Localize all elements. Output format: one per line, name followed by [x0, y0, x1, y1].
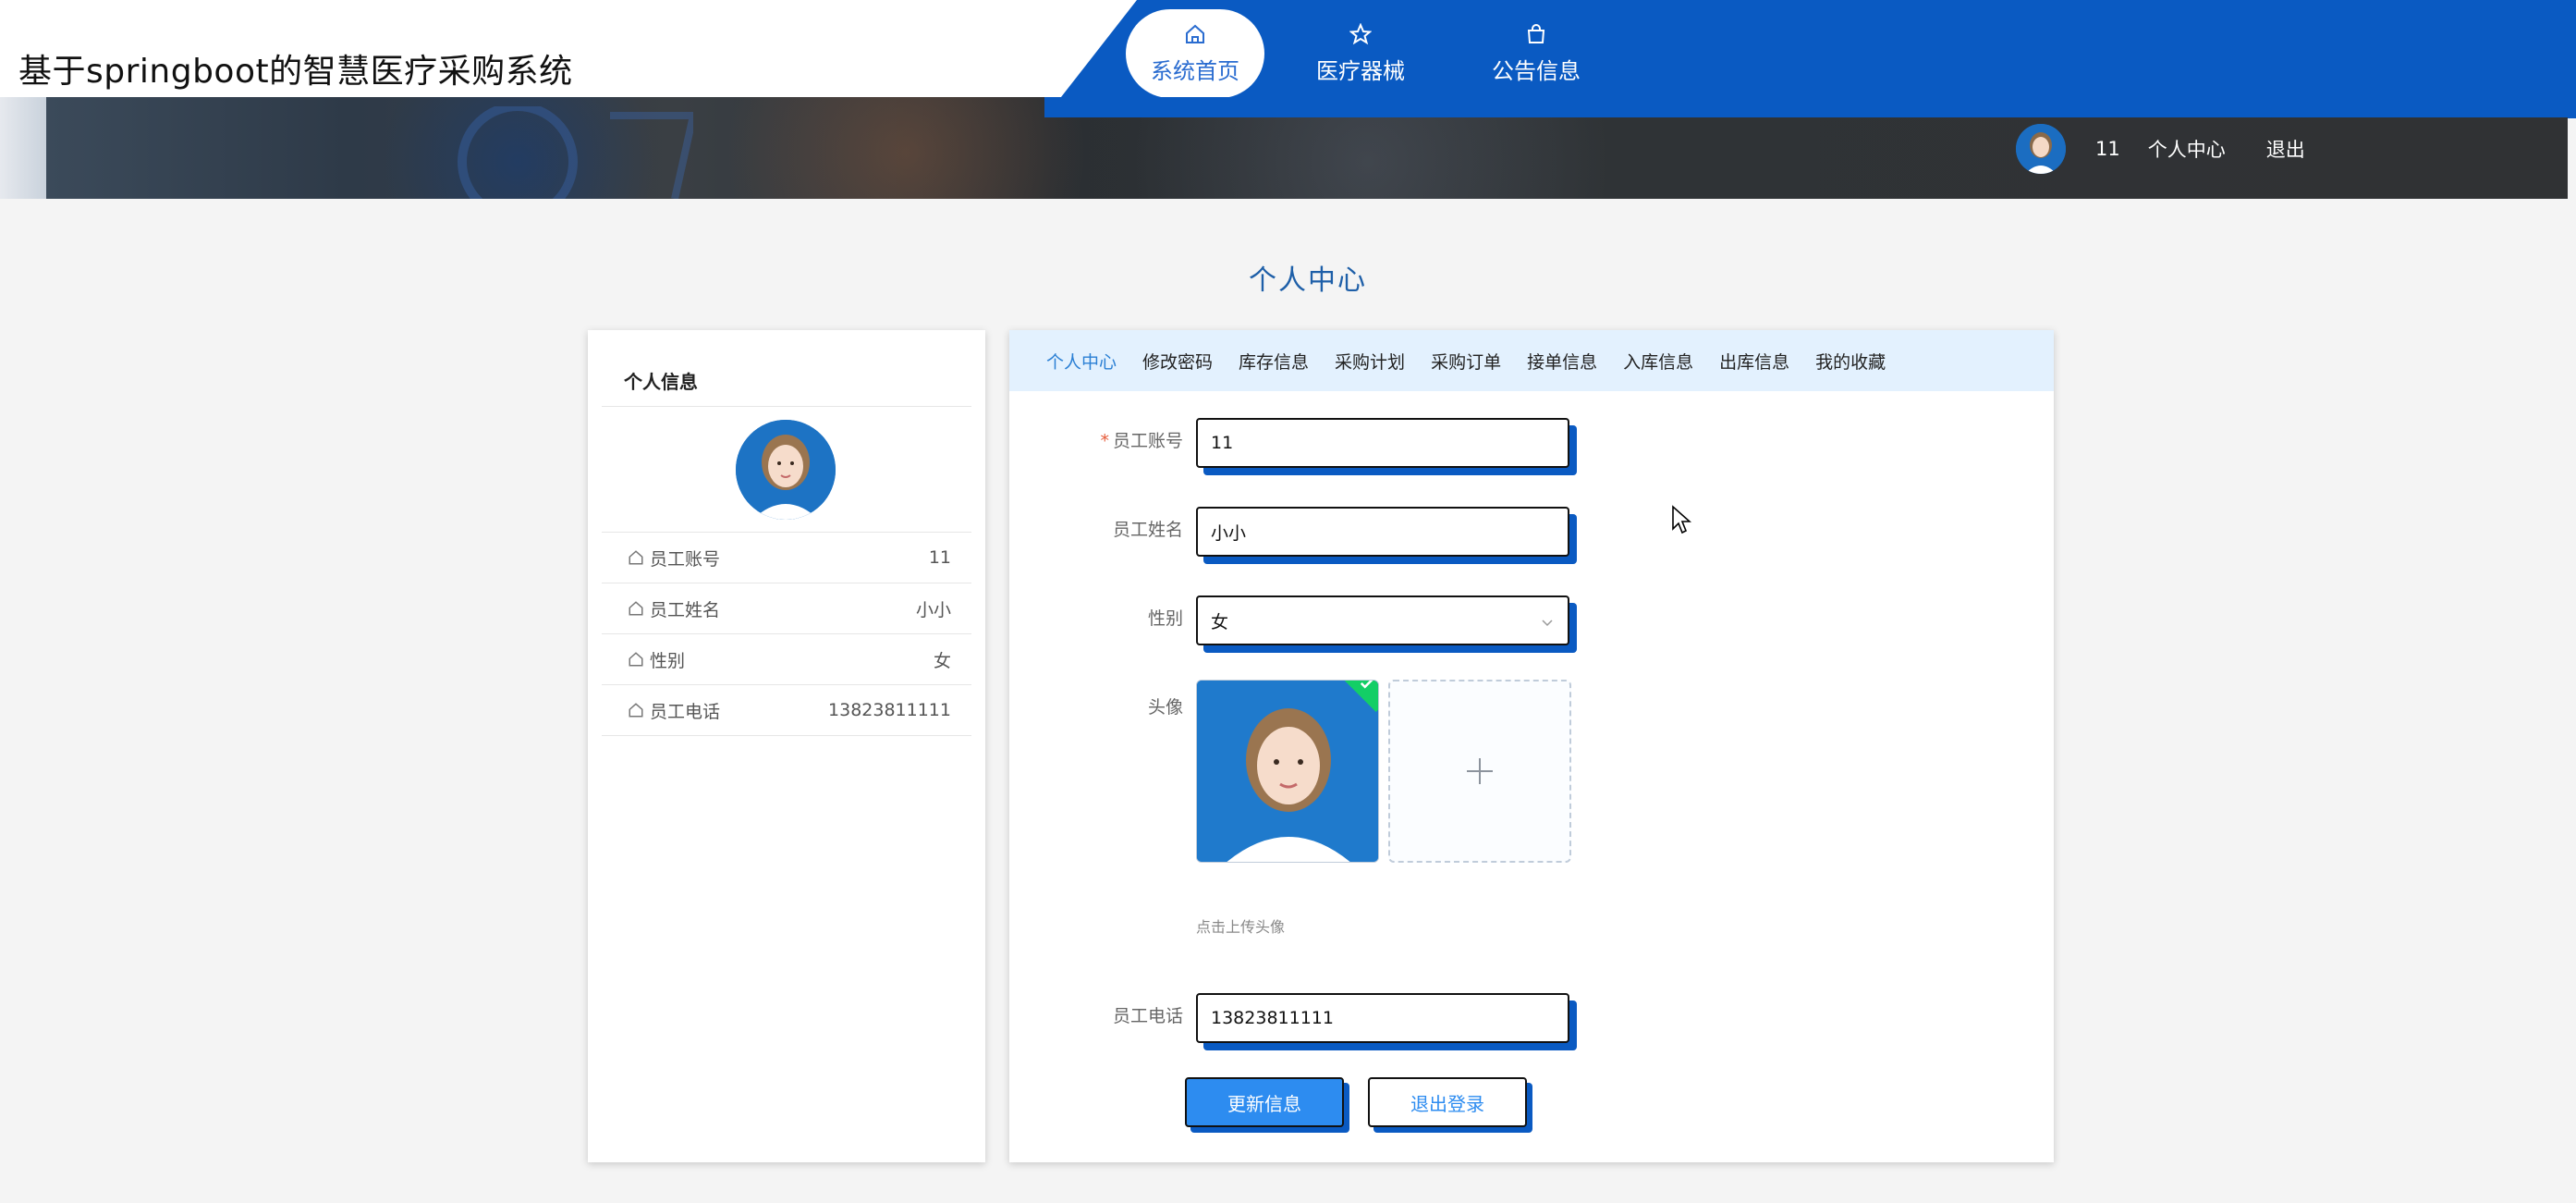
- account-input[interactable]: 11: [1196, 418, 1569, 468]
- profile-info-card: 个人信息 员工账号 11 员工姓名 小小 性别 女 员工电话 138238111…: [588, 330, 985, 1162]
- update-info-button[interactable]: 更新信息: [1185, 1077, 1349, 1133]
- nav-item-home[interactable]: 系统首页: [1126, 9, 1264, 98]
- plus-icon: [1467, 758, 1493, 784]
- check-icon: [1360, 681, 1373, 689]
- star-icon: [1349, 22, 1372, 44]
- site-title: 基于springboot的智慧医疗采购系统: [18, 53, 573, 91]
- profile-form-card: 个人中心 修改密码 库存信息 采购计划 采购订单 接单信息 入库信息 出库信息 …: [1009, 330, 2054, 1162]
- home-icon: [629, 703, 643, 718]
- nav-item-label: 医疗器械: [1316, 57, 1405, 84]
- chevron-down-icon: [1542, 620, 1553, 627]
- upload-hint: 点击上传头像: [1196, 918, 1286, 936]
- nav-item-devices[interactable]: 医疗器械: [1291, 9, 1430, 98]
- info-value: 女: [933, 650, 951, 671]
- banner-edge: [0, 97, 46, 199]
- user-name: 11: [2095, 138, 2120, 160]
- info-label: 员工账号: [650, 548, 721, 570]
- info-row-gender: 性别 女: [602, 634, 971, 685]
- home-icon: [629, 601, 643, 616]
- account-field[interactable]: 11: [1196, 418, 1577, 475]
- gender-value: 女: [1211, 611, 1229, 632]
- banner-strip: [1044, 97, 2570, 117]
- tab-stock-in[interactable]: 入库信息: [1623, 349, 1693, 374]
- phone-field[interactable]: 13823811111: [1196, 993, 1577, 1050]
- portrait-icon: [1197, 681, 1378, 862]
- info-value: 小小: [915, 599, 951, 620]
- tab-personal-center[interactable]: 个人中心: [1046, 349, 1117, 374]
- gender-label: 性别: [1147, 608, 1183, 629]
- divider: [602, 406, 971, 407]
- info-row-account: 员工账号 11: [602, 533, 971, 583]
- profile-avatar: [736, 420, 836, 520]
- gender-select[interactable]: 女: [1196, 595, 1577, 653]
- uploaded-avatar[interactable]: [1196, 680, 1379, 863]
- nav-item-label: 系统首页: [1151, 57, 1239, 84]
- profile-heading: 个人信息: [624, 371, 698, 393]
- info-label: 性别: [650, 650, 686, 671]
- info-row-name: 员工姓名 小小: [602, 583, 971, 634]
- account-label: * 员工账号: [1100, 431, 1183, 451]
- tab-order-acceptance[interactable]: 接单信息: [1527, 349, 1597, 374]
- user-area: 11 个人中心 退出: [2016, 123, 2305, 175]
- home-icon: [629, 652, 643, 667]
- avatar[interactable]: [2016, 124, 2066, 174]
- avatar-label: 头像: [1147, 697, 1183, 718]
- phone-label: 员工电话: [1112, 1006, 1183, 1026]
- tab-favorites[interactable]: 我的收藏: [1815, 349, 1886, 374]
- tab-bar: 个人中心 修改密码 库存信息 采购计划 采购订单 接单信息 入库信息 出库信息 …: [1009, 330, 2054, 391]
- nav-item-label: 公告信息: [1492, 57, 1581, 84]
- tab-purchase-order[interactable]: 采购订单: [1431, 349, 1501, 374]
- tab-inventory[interactable]: 库存信息: [1239, 349, 1309, 374]
- portrait-icon: [2016, 124, 2066, 174]
- info-value: 13823811111: [828, 700, 951, 720]
- tab-stock-out[interactable]: 出库信息: [1719, 349, 1789, 374]
- nav-item-announcements[interactable]: 公告信息: [1467, 9, 1605, 98]
- portrait-icon: [736, 420, 836, 520]
- name-field[interactable]: 小小: [1196, 507, 1577, 564]
- medical-cross-icon: [458, 106, 693, 199]
- logout-link[interactable]: 退出: [2266, 135, 2305, 163]
- mouse-cursor-icon: [1672, 505, 1691, 534]
- tab-change-password[interactable]: 修改密码: [1142, 349, 1213, 374]
- info-row-phone: 员工电话 13823811111: [602, 685, 971, 736]
- home-icon: [629, 550, 643, 565]
- logout-button[interactable]: 退出登录: [1368, 1077, 1532, 1133]
- personal-center-link[interactable]: 个人中心: [2148, 135, 2226, 163]
- bag-icon: [1527, 23, 1545, 43]
- page-title: 个人中心: [1249, 264, 1367, 297]
- info-value: 11: [928, 547, 951, 568]
- phone-input[interactable]: 13823811111: [1196, 993, 1569, 1043]
- name-label: 员工姓名: [1112, 520, 1183, 540]
- info-label: 员工姓名: [650, 599, 721, 620]
- info-label: 员工电话: [650, 701, 721, 722]
- name-input[interactable]: 小小: [1196, 507, 1569, 557]
- home-icon: [1186, 24, 1204, 43]
- tab-purchase-plan[interactable]: 采购计划: [1335, 349, 1405, 374]
- upload-add-button[interactable]: [1388, 680, 1571, 863]
